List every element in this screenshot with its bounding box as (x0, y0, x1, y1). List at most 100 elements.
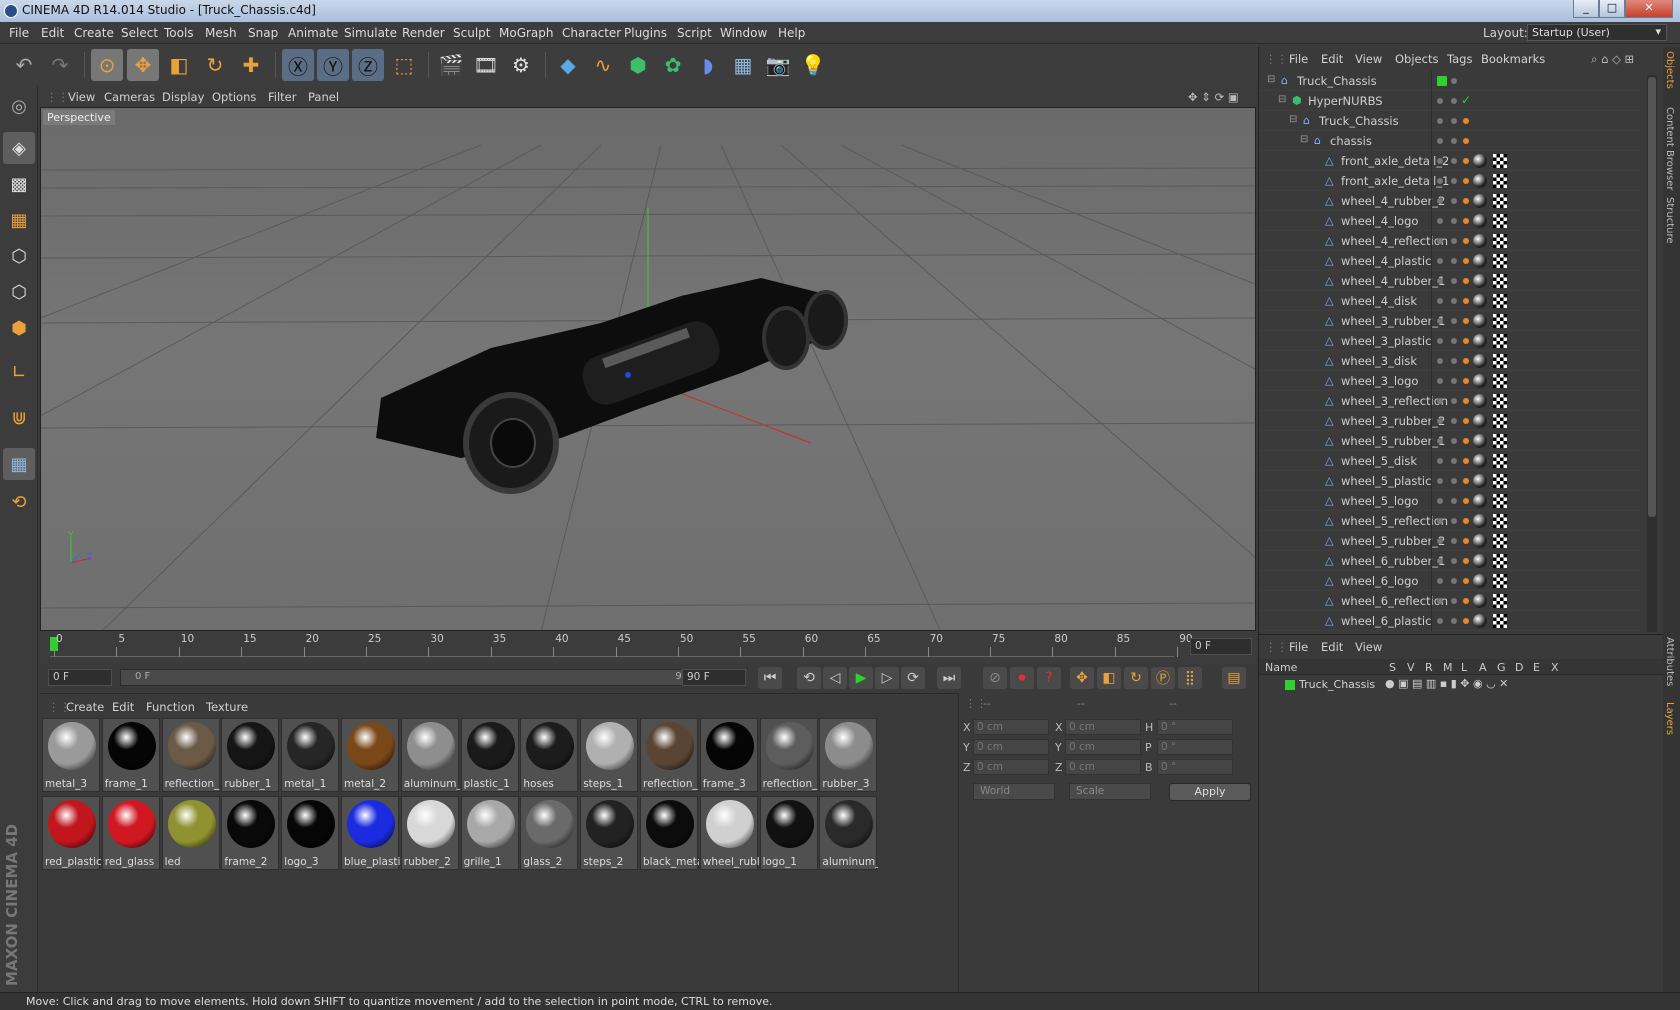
viewport-menu-cameras[interactable]: Cameras (104, 90, 155, 104)
camera-icon[interactable]: 📷 (762, 49, 794, 81)
go-to-start-icon[interactable]: ⏮ (758, 667, 782, 689)
object-name[interactable]: wheel_4_rubber_1 (1341, 274, 1445, 288)
rot-h-field[interactable]: 0 ° (1157, 719, 1233, 735)
phong-tag-icon[interactable] (1463, 398, 1469, 404)
editor-visibility-dot[interactable] (1437, 158, 1443, 164)
uvw-tag-icon[interactable] (1493, 414, 1507, 428)
render-visibility-dot[interactable] (1451, 398, 1457, 404)
object-row[interactable]: △ wheel_4_reflection (1259, 231, 1639, 251)
menu-sculpt[interactable]: Sculpt (453, 26, 490, 40)
workplane-lock-icon[interactable]: ▦ (3, 448, 35, 480)
material-tag-icon[interactable] (1473, 394, 1487, 408)
editor-visibility-dot[interactable] (1437, 138, 1443, 144)
editor-visibility-dot[interactable] (1437, 258, 1443, 264)
z-axis-lock-icon[interactable]: Ⓩ (352, 49, 384, 81)
objects-menu-file[interactable]: File (1289, 52, 1308, 66)
object-row[interactable]: △ wheel_3_rubber_2 (1259, 411, 1639, 431)
material-swatch[interactable]: frame_3 (699, 718, 758, 792)
layer-color-swatch[interactable] (1285, 680, 1295, 690)
object-name[interactable]: wheel_3_rubber_1 (1341, 314, 1445, 328)
render-visibility-dot[interactable] (1451, 578, 1457, 584)
tweak-mode-icon[interactable]: ⟲ (3, 486, 35, 518)
phong-tag-icon[interactable] (1463, 558, 1469, 564)
object-row[interactable]: △ wheel_6_logo (1259, 571, 1639, 591)
play-icon[interactable]: ▶ (849, 667, 873, 689)
layers-menu-edit[interactable]: Edit (1321, 640, 1343, 654)
material-swatch[interactable]: metal_3 (42, 718, 100, 792)
phong-tag-icon[interactable] (1463, 298, 1469, 304)
render-visibility-dot[interactable] (1451, 298, 1457, 304)
menu-render[interactable]: Render (402, 26, 445, 40)
material-menu-edit[interactable]: Edit (112, 700, 134, 714)
object-name[interactable]: wheel_3_logo (1341, 374, 1418, 388)
material-swatch[interactable]: wheel_rubl (699, 796, 759, 870)
previous-frame-icon[interactable]: ◁ (823, 667, 847, 689)
object-name[interactable]: front_axle_detail_1 (1341, 174, 1449, 188)
uvw-tag-icon[interactable] (1493, 254, 1507, 268)
tab-attributes[interactable]: Attributes (1664, 637, 1675, 686)
object-row[interactable]: △ wheel_5_disk (1259, 451, 1639, 471)
layer-flag-icons[interactable]: ● ▣ ▤ ▥ ▪ ▮ ✥ ◉ ◡ ✕ (1385, 677, 1508, 690)
layers-menu-view[interactable]: View (1355, 640, 1382, 654)
object-row[interactable]: △ wheel_4_logo (1259, 211, 1639, 231)
editor-visibility-dot[interactable] (1437, 338, 1443, 344)
viewport-menu-filter[interactable]: Filter (268, 90, 296, 104)
uvw-tag-icon[interactable] (1493, 354, 1507, 368)
editor-visibility-dot[interactable] (1437, 118, 1443, 124)
frame-range-slider[interactable]: 0 F 90 F (120, 669, 712, 686)
material-swatch[interactable]: reflection_ (161, 718, 220, 792)
material-tag-icon[interactable] (1473, 334, 1487, 348)
render-visibility-dot[interactable] (1451, 118, 1457, 124)
phong-tag-icon[interactable] (1463, 198, 1469, 204)
apply-button[interactable]: Apply (1169, 783, 1251, 801)
model-mode-icon[interactable]: ◈ (3, 132, 35, 164)
phong-tag-icon[interactable] (1463, 138, 1469, 144)
object-row[interactable]: △ front_axle_detail_2 (1259, 151, 1639, 171)
material-swatch[interactable]: steps_2 (580, 796, 639, 870)
rotate-tool-icon[interactable]: ↻ (199, 49, 231, 81)
autokey-icon[interactable]: ⏺ (1010, 667, 1034, 689)
undo-icon[interactable]: ↶ (8, 49, 40, 81)
object-name[interactable]: wheel_3_rubber_2 (1341, 414, 1445, 428)
render-visibility-dot[interactable] (1451, 618, 1457, 624)
spline-icon[interactable]: ∿ (587, 49, 619, 81)
object-name[interactable]: wheel_6_reflection (1341, 594, 1448, 608)
light-icon[interactable]: 💡 (797, 49, 829, 81)
phong-tag-icon[interactable] (1463, 598, 1469, 604)
tab-content-browser[interactable]: Content Browser (1664, 107, 1675, 190)
layer-name[interactable]: Truck_Chassis (1299, 678, 1375, 691)
material-tag-icon[interactable] (1473, 354, 1487, 368)
material-tag-icon[interactable] (1473, 374, 1487, 388)
uvw-tag-icon[interactable] (1493, 154, 1507, 168)
move-tool-icon[interactable]: ✥ (127, 49, 159, 81)
key-rotation-icon[interactable]: ↻ (1124, 667, 1148, 689)
material-swatch[interactable]: metal_1 (281, 718, 340, 792)
material-swatch[interactable]: aluminum_ (400, 718, 460, 792)
object-name[interactable]: wheel_5_disk (1341, 454, 1417, 468)
render-visibility-dot[interactable] (1451, 498, 1457, 504)
object-row[interactable]: △ wheel_4_disk (1259, 291, 1639, 311)
material-swatch[interactable]: logo_3 (281, 796, 340, 870)
uvw-tag-icon[interactable] (1493, 234, 1507, 248)
size-z-field[interactable]: 0 cm (1065, 759, 1141, 775)
layers-menu-file[interactable]: File (1289, 640, 1308, 654)
points-mode-icon[interactable]: ⬡ (3, 240, 35, 272)
snap-icon[interactable]: ⋓ (3, 402, 35, 434)
editor-visibility-dot[interactable] (1437, 198, 1443, 204)
viewport-menu-options[interactable]: Options (212, 90, 256, 104)
end-frame-field[interactable]: 90 F (682, 669, 746, 686)
render-visibility-dot[interactable] (1451, 138, 1457, 144)
cube-object-icon[interactable]: ◆ (552, 49, 584, 81)
perspective-viewport[interactable]: Perspective Y Z (40, 107, 1256, 631)
redo-icon[interactable]: ↷ (44, 49, 76, 81)
object-row[interactable]: △ wheel_3_logo (1259, 371, 1639, 391)
material-swatch[interactable]: glass_2 (520, 796, 579, 870)
keyframe-selection-icon[interactable]: ? (1037, 667, 1061, 689)
material-tag-icon[interactable] (1473, 534, 1487, 548)
y-axis-lock-icon[interactable]: Ⓨ (317, 49, 349, 81)
phong-tag-icon[interactable] (1463, 158, 1469, 164)
uvw-tag-icon[interactable] (1493, 374, 1507, 388)
phong-tag-icon[interactable] (1463, 118, 1469, 124)
object-name[interactable]: wheel_6_logo (1341, 574, 1418, 588)
object-row[interactable]: △ wheel_5_rubber_1 (1259, 431, 1639, 451)
